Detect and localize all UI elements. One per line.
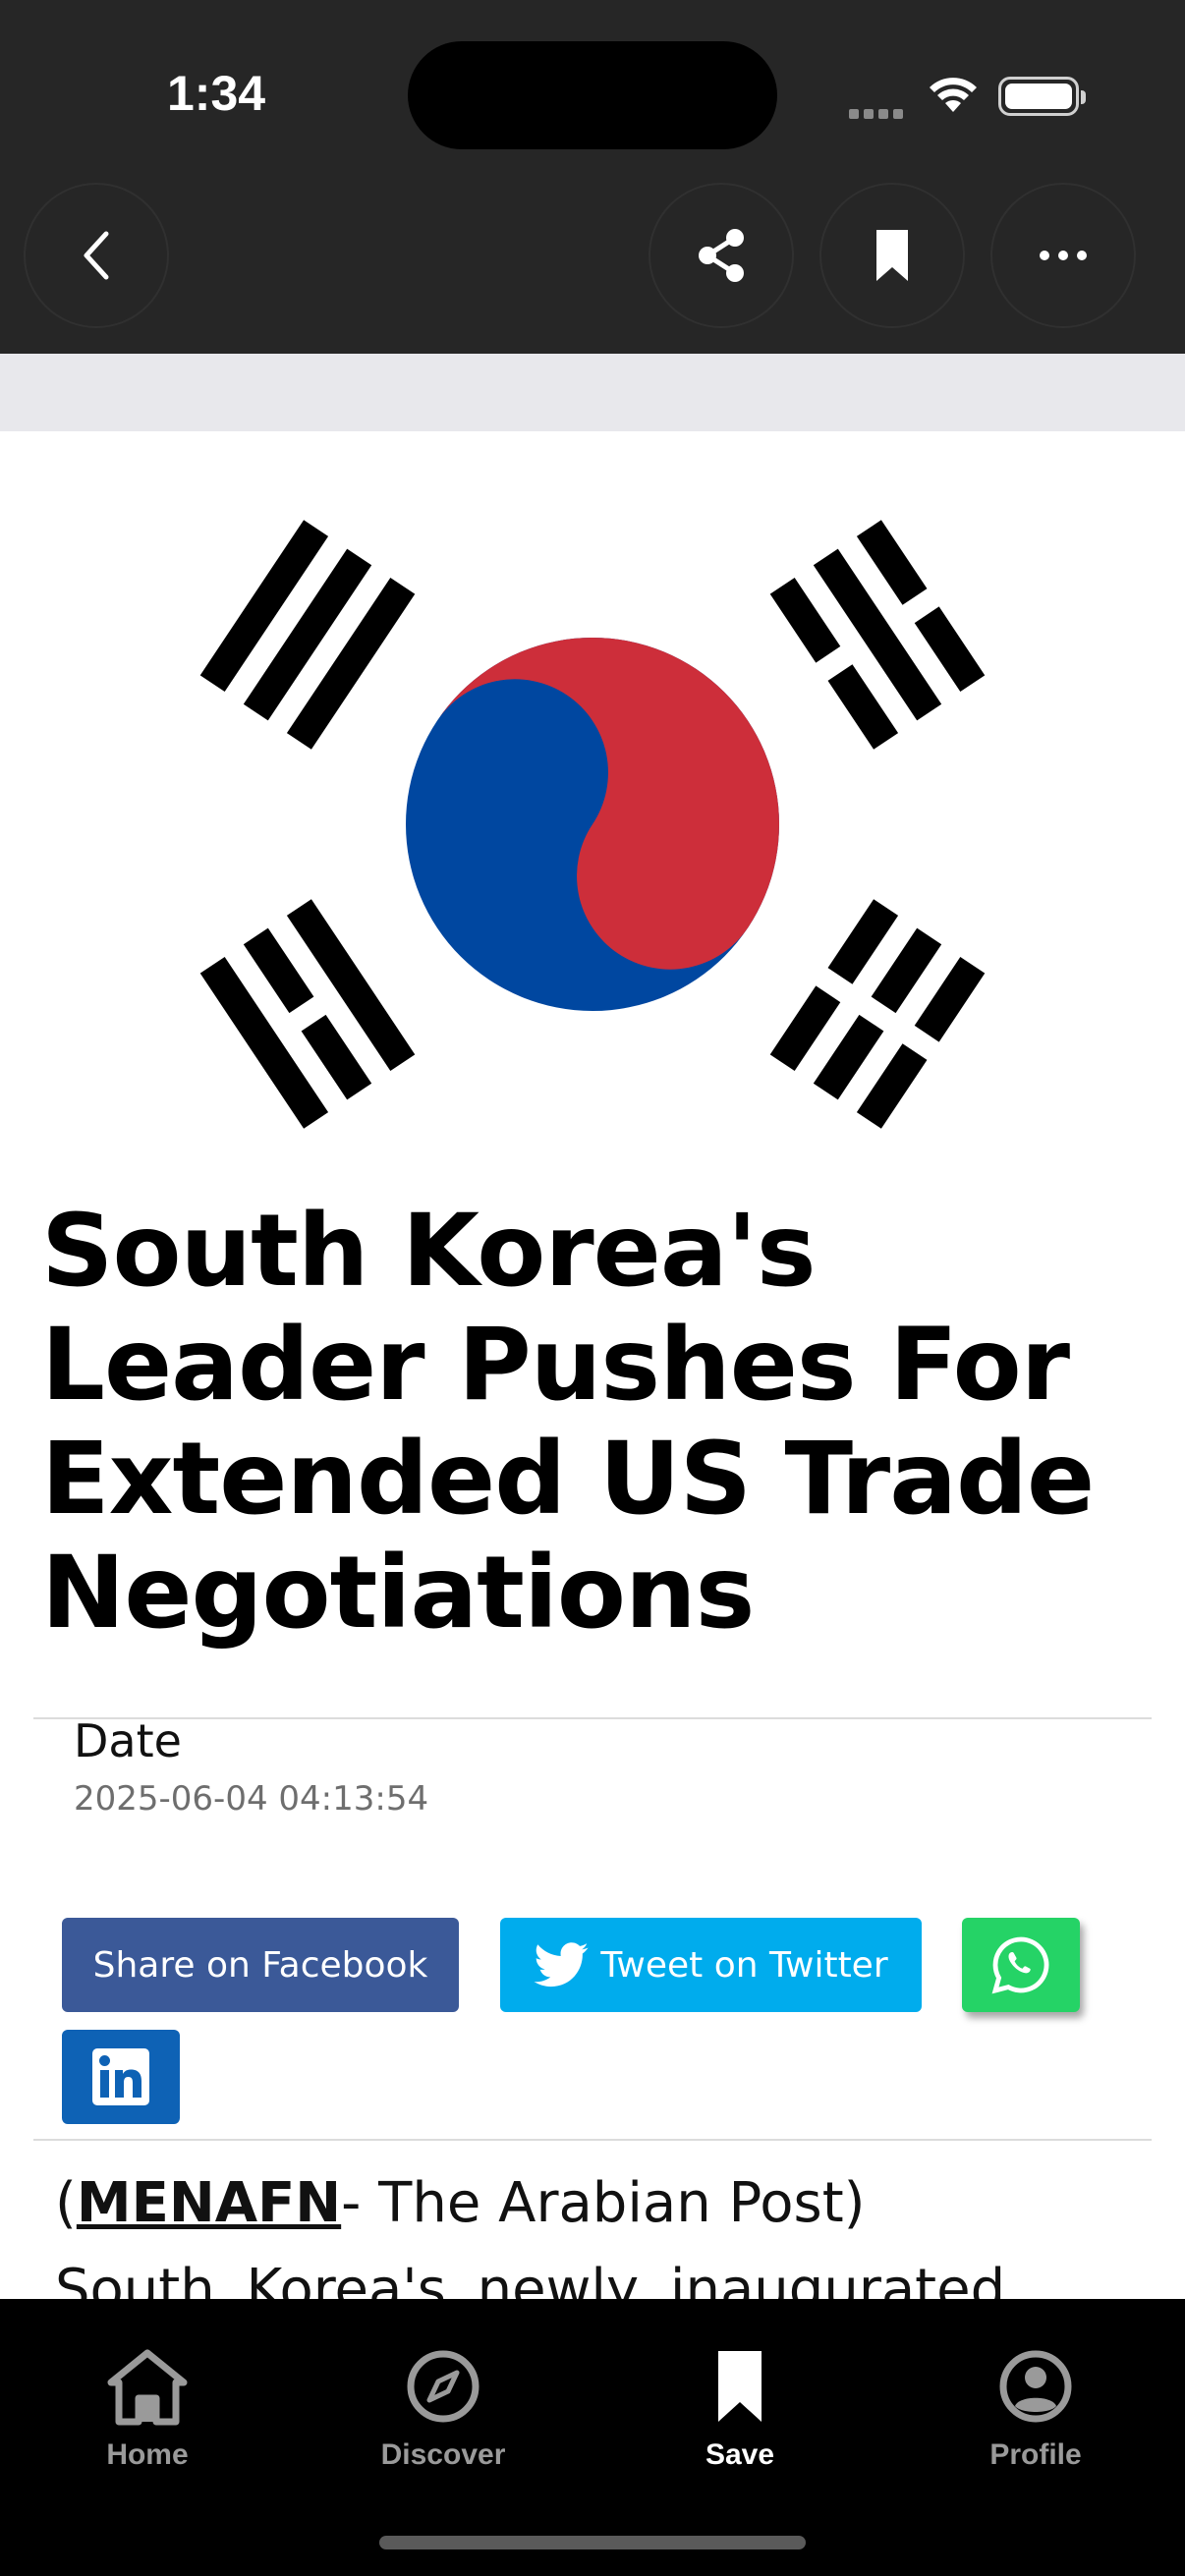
chevron-left-icon [84,231,109,280]
more-options-button[interactable] [990,183,1136,328]
twitter-bird-icon [534,1942,589,1988]
header-spacer [0,354,1185,431]
battery-icon [998,77,1086,116]
source-open-paren: ( [55,2171,77,2235]
bookmark-icon [718,2351,762,2422]
share-icon [699,229,744,282]
hero-image [0,431,1185,1198]
share-linkedin-button[interactable] [62,2030,180,2124]
tab-save[interactable]: Save [622,2342,858,2472]
bottom-tab-bar: Home Discover Save Profile [0,2299,1185,2576]
tab-discover[interactable]: Discover [325,2342,561,2472]
article-title: South Korea's Leader Pushes For Extended… [41,1193,1095,1652]
linkedin-icon [92,2048,149,2105]
whatsapp-icon [991,1936,1049,1994]
share-whatsapp-button[interactable] [962,1918,1080,2012]
top-header: 1:34 [0,0,1185,354]
article-source-line: (MENAFN- The Arabian Post) [55,2171,866,2235]
compass-icon [407,2350,480,2423]
bookmark-icon [876,230,908,281]
share-button[interactable] [649,183,794,328]
profile-icon [999,2350,1072,2423]
status-time: 1:34 [167,66,266,121]
date-value: 2025-06-04 04:13:54 [74,1779,429,1819]
wifi-icon [928,75,979,118]
dynamic-island [408,41,777,149]
share-facebook-button[interactable]: Share on Facebook [62,1918,459,2012]
tweet-twitter-button[interactable]: Tweet on Twitter [500,1918,922,2012]
date-label: Date [74,1714,182,1767]
menafn-link[interactable]: MENAFN [77,2171,341,2235]
tab-home[interactable]: Home [29,2342,265,2472]
tab-save-label: Save [705,2438,775,2471]
divider [33,2139,1152,2141]
south-korea-flag-image [199,520,986,1129]
home-indicator[interactable] [379,2536,806,2549]
ellipsis-icon [1040,251,1087,260]
back-button[interactable] [24,183,169,328]
tab-profile[interactable]: Profile [918,2342,1154,2472]
tab-home-label: Home [106,2438,189,2471]
source-rest: - The Arabian Post) [341,2171,866,2235]
divider [33,1717,1152,1719]
tab-profile-label: Profile [989,2438,1082,2471]
share-facebook-label: Share on Facebook [92,1944,428,1986]
article-body-first-line: South Korea's newly inaugurated [55,2258,1006,2299]
tweet-twitter-label: Tweet on Twitter [600,1944,888,1986]
home-icon [107,2349,188,2426]
bookmark-button[interactable] [819,183,965,328]
tab-discover-label: Discover [380,2438,506,2471]
cellular-signal-icon [849,104,908,119]
